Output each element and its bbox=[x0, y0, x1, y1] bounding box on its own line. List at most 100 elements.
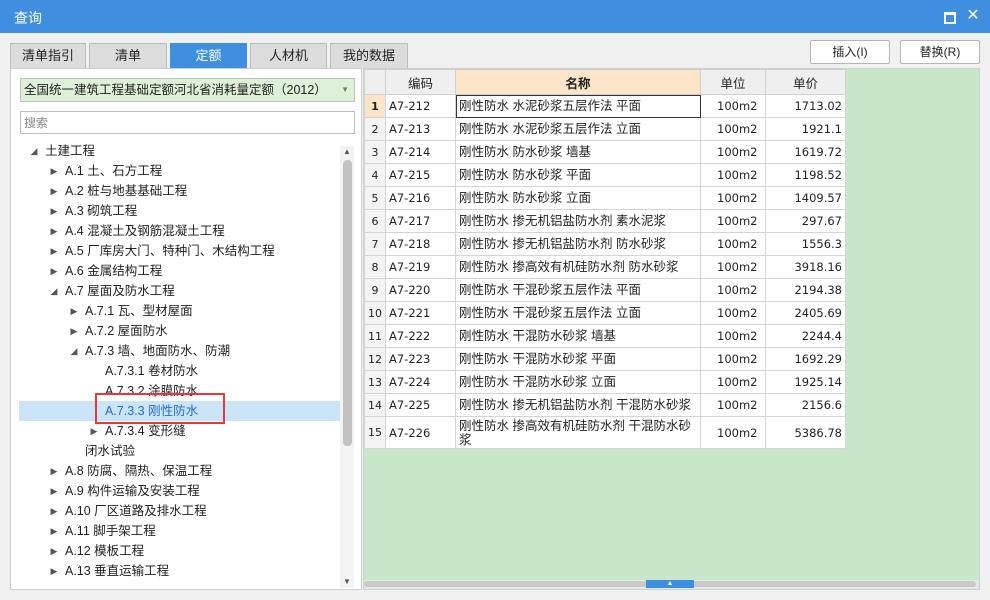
name-cell[interactable]: 刚性防水 水泥砂浆五层作法 平面 bbox=[455, 94, 701, 118]
tree-node[interactable]: A.7.3.1 卷材防水 bbox=[19, 361, 341, 381]
row-number-cell[interactable]: 3 bbox=[364, 140, 386, 164]
header-price[interactable]: 单价 bbox=[765, 69, 846, 95]
code-cell[interactable]: A7-223 bbox=[385, 347, 456, 371]
row-number-cell[interactable]: 1 bbox=[364, 94, 386, 118]
price-cell[interactable]: 2194.38 bbox=[765, 278, 846, 302]
unit-cell[interactable]: 100m2 bbox=[700, 186, 766, 210]
name-cell[interactable]: 刚性防水 干混砂浆五层作法 平面 bbox=[455, 278, 701, 302]
code-cell[interactable]: A7-220 bbox=[385, 278, 456, 302]
expanded-arrow-icon[interactable]: ◢ bbox=[49, 281, 59, 301]
tree-node[interactable]: ▶ A.7.3.4 变形缝 bbox=[19, 421, 341, 441]
price-cell[interactable]: 1692.29 bbox=[765, 347, 846, 371]
collapsed-arrow-icon[interactable]: ▶ bbox=[49, 561, 59, 581]
tree-node[interactable]: 闭水试验 bbox=[19, 441, 341, 461]
expanded-arrow-icon[interactable]: ◢ bbox=[29, 141, 39, 161]
tree-node[interactable]: ▶ A.7.2 屋面防水 bbox=[19, 321, 341, 341]
code-cell[interactable]: A7-224 bbox=[385, 370, 456, 394]
name-cell[interactable]: 刚性防水 掺高效有机硅防水剂 防水砂浆 bbox=[455, 255, 701, 279]
header-code[interactable]: 编码 bbox=[385, 69, 456, 95]
price-cell[interactable]: 1921.1 bbox=[765, 117, 846, 141]
scroll-thumb[interactable] bbox=[343, 160, 352, 446]
tree-node[interactable]: ▶ A.1 土、石方工程 bbox=[19, 161, 341, 181]
unit-cell[interactable]: 100m2 bbox=[700, 347, 766, 371]
tab-labor-material-machine[interactable]: 人材机 bbox=[250, 43, 327, 68]
unit-cell[interactable]: 100m2 bbox=[700, 324, 766, 348]
code-cell[interactable]: A7-214 bbox=[385, 140, 456, 164]
unit-cell[interactable]: 100m2 bbox=[700, 278, 766, 302]
row-number-cell[interactable]: 14 bbox=[364, 393, 386, 417]
table-row[interactable]: 7 A7-218 刚性防水 掺无机铝盐防水剂 防水砂浆 100m2 1556.3 bbox=[364, 232, 846, 256]
tree-node[interactable]: ▶ A.2 桩与地基基础工程 bbox=[19, 181, 341, 201]
row-number-cell[interactable]: 12 bbox=[364, 347, 386, 371]
name-cell[interactable]: 刚性防水 掺高效有机硅防水剂 干混防水砂浆 bbox=[455, 416, 701, 449]
price-cell[interactable]: 2405.69 bbox=[765, 301, 846, 325]
table-row[interactable]: 2 A7-213 刚性防水 水泥砂浆五层作法 立面 100m2 1921.1 bbox=[364, 117, 846, 141]
header-name[interactable]: 名称 bbox=[455, 69, 701, 95]
scroll-down-icon[interactable]: ▼ bbox=[340, 576, 354, 588]
tree-node[interactable]: ▶ A.12 模板工程 bbox=[19, 541, 341, 561]
code-cell[interactable]: A7-217 bbox=[385, 209, 456, 233]
panel-splitter-toggle[interactable]: ▲ bbox=[646, 580, 694, 588]
row-number-cell[interactable]: 11 bbox=[364, 324, 386, 348]
price-cell[interactable]: 5386.78 bbox=[765, 416, 846, 449]
table-row[interactable]: 9 A7-220 刚性防水 干混砂浆五层作法 平面 100m2 2194.38 bbox=[364, 278, 846, 302]
table-row[interactable]: 13 A7-224 刚性防水 干混防水砂浆 立面 100m2 1925.14 bbox=[364, 370, 846, 394]
price-cell[interactable]: 1556.3 bbox=[765, 232, 846, 256]
table-row[interactable]: 3 A7-214 刚性防水 防水砂浆 墙基 100m2 1619.72 bbox=[364, 140, 846, 164]
tree-node[interactable]: ▶ A.11 脚手架工程 bbox=[19, 521, 341, 541]
row-number-cell[interactable]: 10 bbox=[364, 301, 386, 325]
tree-node[interactable]: ▶ A.8 防腐、隔热、保温工程 bbox=[19, 461, 341, 481]
row-number-cell[interactable]: 5 bbox=[364, 186, 386, 210]
collapsed-arrow-icon[interactable]: ▶ bbox=[49, 201, 59, 221]
row-number-cell[interactable]: 9 bbox=[364, 278, 386, 302]
name-cell[interactable]: 刚性防水 防水砂浆 平面 bbox=[455, 163, 701, 187]
row-number-cell[interactable]: 4 bbox=[364, 163, 386, 187]
unit-cell[interactable]: 100m2 bbox=[700, 255, 766, 279]
name-cell[interactable]: 刚性防水 防水砂浆 墙基 bbox=[455, 140, 701, 164]
close-icon[interactable]: ✕ bbox=[965, 8, 981, 24]
table-row[interactable]: 11 A7-222 刚性防水 干混防水砂浆 墙基 100m2 2244.4 bbox=[364, 324, 846, 348]
code-cell[interactable]: A7-221 bbox=[385, 301, 456, 325]
collapsed-arrow-icon[interactable]: ▶ bbox=[89, 421, 99, 441]
collapsed-arrow-icon[interactable]: ▶ bbox=[49, 181, 59, 201]
code-cell[interactable]: A7-215 bbox=[385, 163, 456, 187]
collapsed-arrow-icon[interactable]: ▶ bbox=[49, 261, 59, 281]
code-cell[interactable]: A7-225 bbox=[385, 393, 456, 417]
replace-button[interactable]: 替换(R) bbox=[900, 40, 980, 64]
tree-node[interactable]: ▶ A.7.1 瓦、型材屋面 bbox=[19, 301, 341, 321]
price-cell[interactable]: 1713.02 bbox=[765, 94, 846, 118]
collapsed-arrow-icon[interactable]: ▶ bbox=[69, 321, 79, 341]
table-row[interactable]: 10 A7-221 刚性防水 干混砂浆五层作法 立面 100m2 2405.69 bbox=[364, 301, 846, 325]
table-row[interactable]: 15 A7-226 刚性防水 掺高效有机硅防水剂 干混防水砂浆 100m2 5386.7… bbox=[364, 416, 846, 449]
code-cell[interactable]: A7-213 bbox=[385, 117, 456, 141]
name-cell[interactable]: 刚性防水 水泥砂浆五层作法 立面 bbox=[455, 117, 701, 141]
table-row[interactable]: 8 A7-219 刚性防水 掺高效有机硅防水剂 防水砂浆 100m2 3918.16 bbox=[364, 255, 846, 279]
collapsed-arrow-icon[interactable]: ▶ bbox=[49, 461, 59, 481]
code-cell[interactable]: A7-226 bbox=[385, 416, 456, 449]
table-row[interactable]: 12 A7-223 刚性防水 干混防水砂浆 平面 100m2 1692.29 bbox=[364, 347, 846, 371]
collapsed-arrow-icon[interactable]: ▶ bbox=[49, 241, 59, 261]
table-row[interactable]: 14 A7-225 刚性防水 掺无机铝盐防水剂 干混防水砂浆 100m2 2156.6 bbox=[364, 393, 846, 417]
unit-cell[interactable]: 100m2 bbox=[700, 94, 766, 118]
row-number-cell[interactable]: 15 bbox=[364, 416, 386, 449]
code-cell[interactable]: A7-218 bbox=[385, 232, 456, 256]
code-cell[interactable]: A7-222 bbox=[385, 324, 456, 348]
tree-node[interactable]: ◢ A.7.3 墙、地面防水、防潮 bbox=[19, 341, 341, 361]
collapsed-arrow-icon[interactable]: ▶ bbox=[49, 481, 59, 501]
header-unit[interactable]: 单位 bbox=[700, 69, 766, 95]
row-number-cell[interactable]: 7 bbox=[364, 232, 386, 256]
tree-node[interactable]: A.7.3.3 刚性防水 bbox=[19, 401, 341, 421]
tree-node[interactable]: ▶ A.13 垂直运输工程 bbox=[19, 561, 341, 581]
name-cell[interactable]: 刚性防水 掺无机铝盐防水剂 素水泥浆 bbox=[455, 209, 701, 233]
name-cell[interactable]: 刚性防水 掺无机铝盐防水剂 干混防水砂浆 bbox=[455, 393, 701, 417]
price-cell[interactable]: 1619.72 bbox=[765, 140, 846, 164]
quota-library-select[interactable]: 全国统一建筑工程基础定额河北省消耗量定额（2012） ▼ bbox=[20, 78, 355, 102]
insert-button[interactable]: 插入(I) bbox=[810, 40, 890, 64]
name-cell[interactable]: 刚性防水 干混防水砂浆 立面 bbox=[455, 370, 701, 394]
maximize-icon[interactable] bbox=[940, 8, 956, 24]
tree-node[interactable]: ◢ 土建工程 bbox=[19, 141, 341, 161]
name-cell[interactable]: 刚性防水 干混砂浆五层作法 立面 bbox=[455, 301, 701, 325]
collapsed-arrow-icon[interactable]: ▶ bbox=[49, 521, 59, 541]
table-row[interactable]: 5 A7-216 刚性防水 防水砂浆 立面 100m2 1409.57 bbox=[364, 186, 846, 210]
unit-cell[interactable]: 100m2 bbox=[700, 140, 766, 164]
